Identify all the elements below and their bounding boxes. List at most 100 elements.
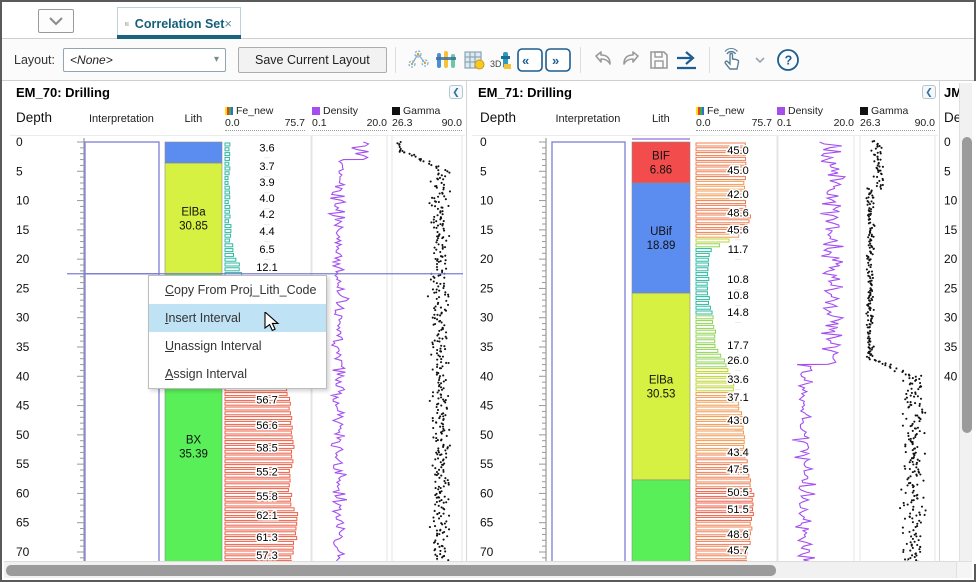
gamma-dot — [442, 446, 444, 448]
panel-collapse-button[interactable]: ❮ — [922, 85, 936, 99]
interpretation-interval[interactable] — [552, 142, 625, 564]
gamma-dot — [441, 224, 443, 226]
gamma-dot — [442, 248, 444, 250]
gamma-dot — [437, 214, 439, 216]
next-holes-icon[interactable]: » — [544, 46, 572, 74]
table-lightbulb-icon[interactable] — [460, 46, 488, 74]
gamma-dot — [912, 461, 914, 463]
tab-list-button[interactable] — [38, 9, 74, 33]
gamma-dot — [438, 451, 440, 453]
gamma-dot — [912, 509, 914, 511]
export-icon[interactable] — [673, 46, 701, 74]
gamma-dot — [443, 485, 445, 487]
vertical-scrollbar[interactable] — [959, 83, 972, 562]
lith-code-label: BIF — [652, 150, 670, 162]
gamma-dot — [913, 396, 915, 398]
redo-icon[interactable] — [617, 46, 645, 74]
gamma-dot — [445, 362, 447, 364]
cluster-icon[interactable] — [404, 46, 432, 74]
menu-item-assign-interval[interactable]: Assign Interval — [149, 360, 326, 388]
track-name: Density — [788, 105, 823, 117]
lith-value-label: 18.89 — [647, 240, 676, 252]
fe-value-label: 4.2 — [259, 209, 274, 221]
layout-select[interactable]: <None> ▾ — [63, 48, 226, 72]
gamma-dot — [433, 277, 435, 279]
gamma-dot — [443, 539, 445, 541]
vertical-scrollbar-thumb[interactable] — [962, 137, 972, 433]
interpretation-interval[interactable] — [85, 142, 159, 274]
gamma-dot — [443, 480, 445, 482]
gamma-dot — [867, 315, 869, 317]
gamma-dot — [429, 526, 431, 528]
panel-separator — [939, 81, 940, 564]
gamma-dot — [915, 466, 917, 468]
gamma-dot — [440, 487, 442, 489]
panel-collapse-button[interactable]: ❮ — [449, 85, 463, 99]
fe-bar — [225, 181, 228, 184]
save-current-layout-button[interactable]: Save Current Layout — [238, 47, 387, 73]
gamma-dot — [909, 516, 911, 518]
gamma-dot — [434, 200, 436, 202]
depth-label: 45 — [16, 399, 30, 413]
fe-value-label: 3.6 — [259, 142, 274, 154]
fe-bar — [225, 503, 291, 506]
tap-pointer-icon[interactable] — [718, 46, 746, 74]
gamma-dot — [403, 151, 405, 153]
gamma-dot — [448, 484, 450, 486]
fe-bar — [225, 479, 290, 482]
gamma-dot — [871, 274, 873, 276]
track-legend-gamma: Gamma26.390.0 — [392, 105, 462, 132]
gamma-dot — [880, 188, 882, 190]
gamma-dot — [905, 492, 907, 494]
tab-close-icon[interactable]: × — [224, 17, 232, 30]
collapsed-rows-dots: ··· — [735, 368, 741, 374]
menu-item-insert-interval[interactable]: Insert Interval — [149, 304, 326, 332]
horizontal-scrollbar[interactable] — [4, 561, 960, 578]
save-icon[interactable] — [645, 46, 673, 74]
gamma-dot — [440, 386, 442, 388]
gamma-dot — [443, 228, 445, 230]
lith-interval[interactable] — [165, 142, 222, 163]
gamma-dot — [442, 469, 444, 471]
undo-icon[interactable] — [589, 46, 617, 74]
gamma-dot — [869, 203, 871, 205]
gamma-dot — [872, 202, 874, 204]
previous-holes-icon[interactable]: « — [516, 46, 544, 74]
gamma-dot — [442, 513, 444, 515]
fe-bar — [225, 239, 229, 242]
gamma-dot — [918, 512, 920, 514]
gamma-dot — [912, 529, 914, 531]
horizontal-scrollbar-thumb[interactable] — [6, 565, 776, 576]
gamma-dot — [438, 486, 440, 488]
chevron-down-icon — [48, 16, 64, 26]
menu-item-unassign-interval[interactable]: Unassign Interval — [149, 332, 326, 360]
gamma-dot — [868, 193, 870, 195]
gamma-dot — [442, 178, 444, 180]
gamma-dot — [434, 205, 436, 207]
tracks-canvas-EM_71[interactable]: 0510152025303540455055606570BIF6.86UBif1… — [472, 135, 938, 564]
3d-holes-icon[interactable]: 3D — [488, 46, 516, 74]
lith-interval[interactable] — [632, 480, 690, 564]
gamma-dot — [445, 331, 447, 333]
gamma-dot — [906, 478, 908, 480]
gamma-dot — [436, 359, 438, 361]
menu-item-copy-from-proj-lith-code[interactable]: Copy From Proj_Lith_Code — [149, 276, 326, 304]
chevron-down-icon[interactable] — [746, 46, 774, 74]
gamma-dot — [437, 285, 439, 287]
gamma-dot — [435, 305, 437, 307]
help-icon[interactable]: ? — [774, 46, 802, 74]
gamma-dot — [906, 543, 908, 545]
fe-bar — [696, 220, 749, 223]
fe-bar — [225, 522, 297, 525]
depth-label: 55 — [16, 457, 30, 471]
context-menu: Copy From Proj_Lith_CodeInsert IntervalU… — [148, 275, 327, 389]
depth-label: 10 — [944, 194, 958, 208]
depth-label: 65 — [480, 516, 494, 530]
track-min: 0.1 — [777, 117, 792, 129]
gamma-dot — [869, 243, 871, 245]
gamma-dot — [912, 471, 914, 473]
fe-value-label: 12.1 — [256, 262, 277, 274]
gamma-dot — [866, 324, 868, 326]
drillholes-icon[interactable] — [432, 46, 460, 74]
gamma-dot — [436, 555, 438, 557]
